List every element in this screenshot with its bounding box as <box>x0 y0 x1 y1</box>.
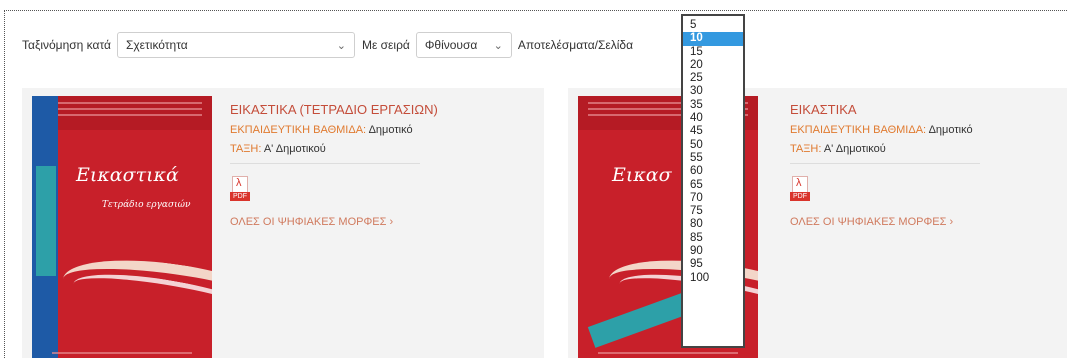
results-toolbar: Ταξινόμηση κατά Σχετικότητα ⌄ Με σειρά Φ… <box>22 32 633 58</box>
book-cover[interactable]: Εικαστικά Τετράδιο εργασιών <box>32 96 212 358</box>
book-info: ΕΙΚΑΣΤΙΚΑ ΕΚΠΑΙΔΕΥΤΙΚΗ ΒΑΘΜΙΔΑ: Δημοτικό… <box>790 102 980 228</box>
chevron-right-icon: › <box>949 216 954 228</box>
per-page-option[interactable]: 5 <box>683 19 743 32</box>
per-page-options: 5 10 15 20 25 30 35 40 45 50 55 60 65 70 75 80 85 90 95 100 <box>683 16 743 285</box>
sort-select[interactable]: Σχετικότητα ⌄ <box>116 32 355 58</box>
book-class: ΤΑΞΗ: Α' Δημοτικού <box>790 143 886 155</box>
clipped-top-content <box>0 0 1067 6</box>
all-formats-link[interactable]: ΟΛΕΣ ΟΙ ΨΗΦΙΑΚΕΣ ΜΟΡΦΕΣ › <box>230 216 438 228</box>
book-info: ΕΙΚΑΣΤΙΚΑ (ΤΕΤΡΑΔΙΟ ΕΡΓΑΣΙΩΝ) ΕΚΠΑΙΔΕΥΤΙ… <box>230 102 438 228</box>
per-page-option[interactable]: 85 <box>683 232 743 245</box>
per-page-option[interactable]: 55 <box>683 152 743 165</box>
sort-select-value: Σχετικότητα <box>125 38 188 52</box>
per-page-option[interactable]: 65 <box>683 179 743 192</box>
per-page-option[interactable]: 40 <box>683 112 743 125</box>
per-page-option[interactable]: 95 <box>683 258 743 271</box>
chevron-down-icon: ⌄ <box>336 39 346 52</box>
per-page-option[interactable]: 100 <box>683 272 743 285</box>
book-level: ΕΚΠΑΙΔΕΥΤΙΚΗ ΒΑΘΜΙΔΑ: Δημοτικό <box>230 124 413 136</box>
cover-title: Εικαστικά <box>76 164 179 186</box>
order-select-value: Φθίνουσα <box>424 38 478 52</box>
chevron-down-icon: ⌄ <box>493 39 503 52</box>
per-page-option[interactable]: 75 <box>683 205 743 218</box>
chevron-right-icon: › <box>389 216 394 228</box>
per-page-option[interactable]: 60 <box>683 165 743 178</box>
per-page-option[interactable]: 90 <box>683 245 743 258</box>
per-page-option[interactable]: 10 <box>683 32 743 46</box>
divider <box>230 163 420 164</box>
book-title-link[interactable]: ΕΙΚΑΣΤΙΚΑ (ΤΕΤΡΑΔΙΟ ΕΡΓΑΣΙΩΝ) <box>230 102 438 117</box>
per-page-option[interactable]: 30 <box>683 85 743 98</box>
pdf-icon[interactable]: λ PDF <box>790 176 812 202</box>
per-page-option[interactable]: 45 <box>683 125 743 138</box>
per-page-option[interactable]: 15 <box>683 46 743 59</box>
per-page-option[interactable]: 50 <box>683 139 743 152</box>
book-card: Εικαστικά Τετράδιο εργασιών ΕΙΚΑΣΤΙΚΑ (Τ… <box>22 88 544 358</box>
pdf-icon[interactable]: λ PDF <box>230 176 252 202</box>
book-title-link[interactable]: ΕΙΚΑΣΤΙΚΑ <box>790 102 980 117</box>
book-level: ΕΚΠΑΙΔΕΥΤΙΚΗ ΒΑΘΜΙΔΑ: Δημοτικό <box>790 124 973 136</box>
per-page-dropdown[interactable]: 5 10 15 20 25 30 35 40 45 50 55 60 65 70 75 80 85 90 95 100 <box>681 14 745 348</box>
per-page-option[interactable]: 80 <box>683 218 743 231</box>
pdf-label: PDF <box>230 192 250 201</box>
book-card: Εικασ ΕΙΚΑΣΤΙΚΑ ΕΚΠΑΙΔΕΥΤΙΚΗ ΒΑΘΜΙΔΑ: Δη… <box>568 88 1067 358</box>
cover-title: Εικασ <box>612 164 672 186</box>
per-page-option[interactable]: 20 <box>683 59 743 72</box>
per-page-option[interactable]: 25 <box>683 72 743 85</box>
book-class: ΤΑΞΗ: Α' Δημοτικού <box>230 143 326 155</box>
per-page-label: Αποτελέσματα/Σελίδα <box>517 38 634 52</box>
cover-subtitle: Τετράδιο εργασιών <box>102 200 191 210</box>
divider <box>790 163 980 164</box>
sort-label: Ταξινόμηση κατά <box>22 38 111 52</box>
pdf-label: PDF <box>790 192 810 201</box>
all-formats-link[interactable]: ΟΛΕΣ ΟΙ ΨΗΦΙΑΚΕΣ ΜΟΡΦΕΣ › <box>790 216 980 228</box>
order-select[interactable]: Φθίνουσα ⌄ <box>415 32 512 58</box>
order-label: Με σειρά <box>361 38 410 52</box>
per-page-option[interactable]: 35 <box>683 99 743 112</box>
per-page-option[interactable]: 70 <box>683 192 743 205</box>
